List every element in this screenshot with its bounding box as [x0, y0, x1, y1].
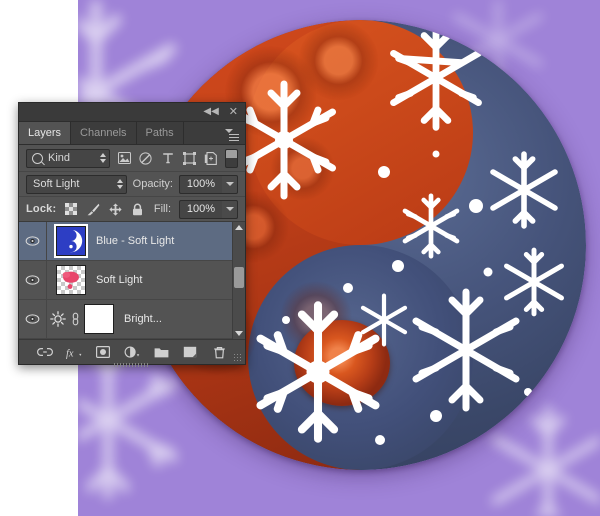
scroll-up-arrow[interactable] [235, 222, 243, 233]
layer-name-label: Blue - Soft Light [96, 235, 175, 247]
fill-value[interactable]: 100% [179, 199, 222, 219]
lock-label: Lock: [26, 203, 57, 215]
tab-channels[interactable]: Channels [71, 122, 137, 144]
layer-row-blue-soft-light[interactable]: Blue - Soft Light [19, 222, 245, 261]
opacity-control[interactable]: 100% [179, 174, 238, 194]
layer-thumbnail-blue-yinyang[interactable] [54, 224, 88, 258]
smart-object-icon[interactable] [204, 151, 219, 166]
layer-row-brightness-contrast[interactable]: Bright... [19, 300, 245, 339]
fill-control[interactable]: 100% [179, 199, 238, 219]
brush-icon[interactable] [86, 202, 100, 216]
type-icon[interactable] [160, 151, 175, 166]
layer-visibility-toggle[interactable] [19, 261, 47, 299]
filter-kind-select[interactable]: Kind [26, 148, 110, 168]
layer-filter-row[interactable]: Kind [19, 145, 245, 172]
fill-dropdown-arrow[interactable] [222, 199, 238, 219]
filter-kind-label: Kind [48, 152, 71, 164]
resize-grip[interactable] [233, 353, 242, 362]
collapse-to-icons-icon[interactable]: ◀◀ [203, 107, 218, 117]
panel-menu-triangle [225, 128, 233, 133]
scroll-track[interactable] [233, 233, 245, 328]
blend-mode-row[interactable]: Soft Light Opacity: 100% [19, 172, 245, 197]
shape-icon[interactable] [182, 151, 197, 166]
panel-menu-icon[interactable] [225, 126, 239, 138]
blend-mode-value: Soft Light [33, 178, 80, 190]
layer-row-soft-light[interactable]: Soft Light [19, 261, 245, 300]
fx-icon[interactable]: fx [66, 344, 82, 360]
panel-titlebar[interactable]: ◀◀ ✕ [19, 103, 245, 122]
layer-thumbnails[interactable] [81, 304, 114, 334]
adjustment-icon[interactable] [139, 151, 154, 166]
trash-icon[interactable] [211, 344, 227, 360]
layer-visibility-toggle[interactable] [19, 222, 47, 260]
layer-thumbnails[interactable] [47, 224, 88, 258]
close-icon[interactable]: ✕ [229, 106, 238, 118]
layer-name-label: Bright... [124, 313, 162, 325]
fill-label: Fill: [153, 203, 171, 215]
tab-layers[interactable]: Layers [19, 122, 72, 144]
link-mask-icon[interactable] [69, 312, 81, 326]
search-icon [32, 152, 43, 164]
lock-icon[interactable] [130, 202, 144, 216]
folder-icon[interactable] [153, 344, 169, 360]
screenshot-root: ◀◀ ✕ Layers Channels Paths Kind Soft Lig… [0, 0, 600, 516]
opacity-value[interactable]: 100% [179, 174, 222, 194]
updown-stepper-icon[interactable] [100, 153, 106, 163]
panel-tabs[interactable]: Layers Channels Paths [19, 122, 245, 145]
mask-icon[interactable] [95, 344, 111, 360]
filter-toggle-switch[interactable] [225, 148, 239, 168]
layer-thumbnail-red-blob[interactable] [56, 265, 86, 295]
layer-visibility-toggle[interactable] [19, 300, 47, 338]
tab-paths[interactable]: Paths [137, 122, 184, 144]
half-circle-icon[interactable] [124, 344, 140, 360]
scroll-thumb[interactable] [234, 267, 244, 289]
layers-panel[interactable]: ◀◀ ✕ Layers Channels Paths Kind Soft Lig… [18, 102, 246, 367]
layer-thumbnails[interactable] [47, 265, 86, 295]
eye-icon [25, 236, 40, 246]
layers-list[interactable]: Blue - Soft Light Soft Light Bright... [19, 222, 245, 339]
scroll-down-arrow[interactable] [235, 328, 243, 339]
lock-row[interactable]: Lock: Fill: 100% [19, 197, 245, 222]
eye-icon [25, 314, 40, 324]
blend-mode-select[interactable]: Soft Light [26, 174, 127, 194]
new-layer-icon[interactable] [182, 344, 198, 360]
image-icon[interactable] [117, 151, 132, 166]
opacity-label: Opacity: [132, 178, 173, 190]
layers-panel-footer[interactable]: fx [19, 339, 245, 367]
layer-name-label: Soft Light [96, 274, 143, 286]
chain-link-icon[interactable] [37, 344, 53, 360]
blend-mode-stepper-icon[interactable] [116, 179, 123, 189]
layer-thumbnail-white-mask[interactable] [84, 304, 114, 334]
eye-icon [25, 275, 40, 285]
brightness-contrast-icon[interactable] [47, 311, 69, 327]
svg-text:fx: fx [66, 348, 74, 359]
opacity-dropdown-arrow[interactable] [222, 174, 238, 194]
checkerboard-icon[interactable] [64, 202, 78, 216]
panel-drag-nub[interactable] [114, 363, 150, 367]
panel-menu-lines [229, 134, 239, 136]
move-icon[interactable] [108, 202, 122, 216]
layers-scrollbar[interactable] [232, 222, 245, 339]
